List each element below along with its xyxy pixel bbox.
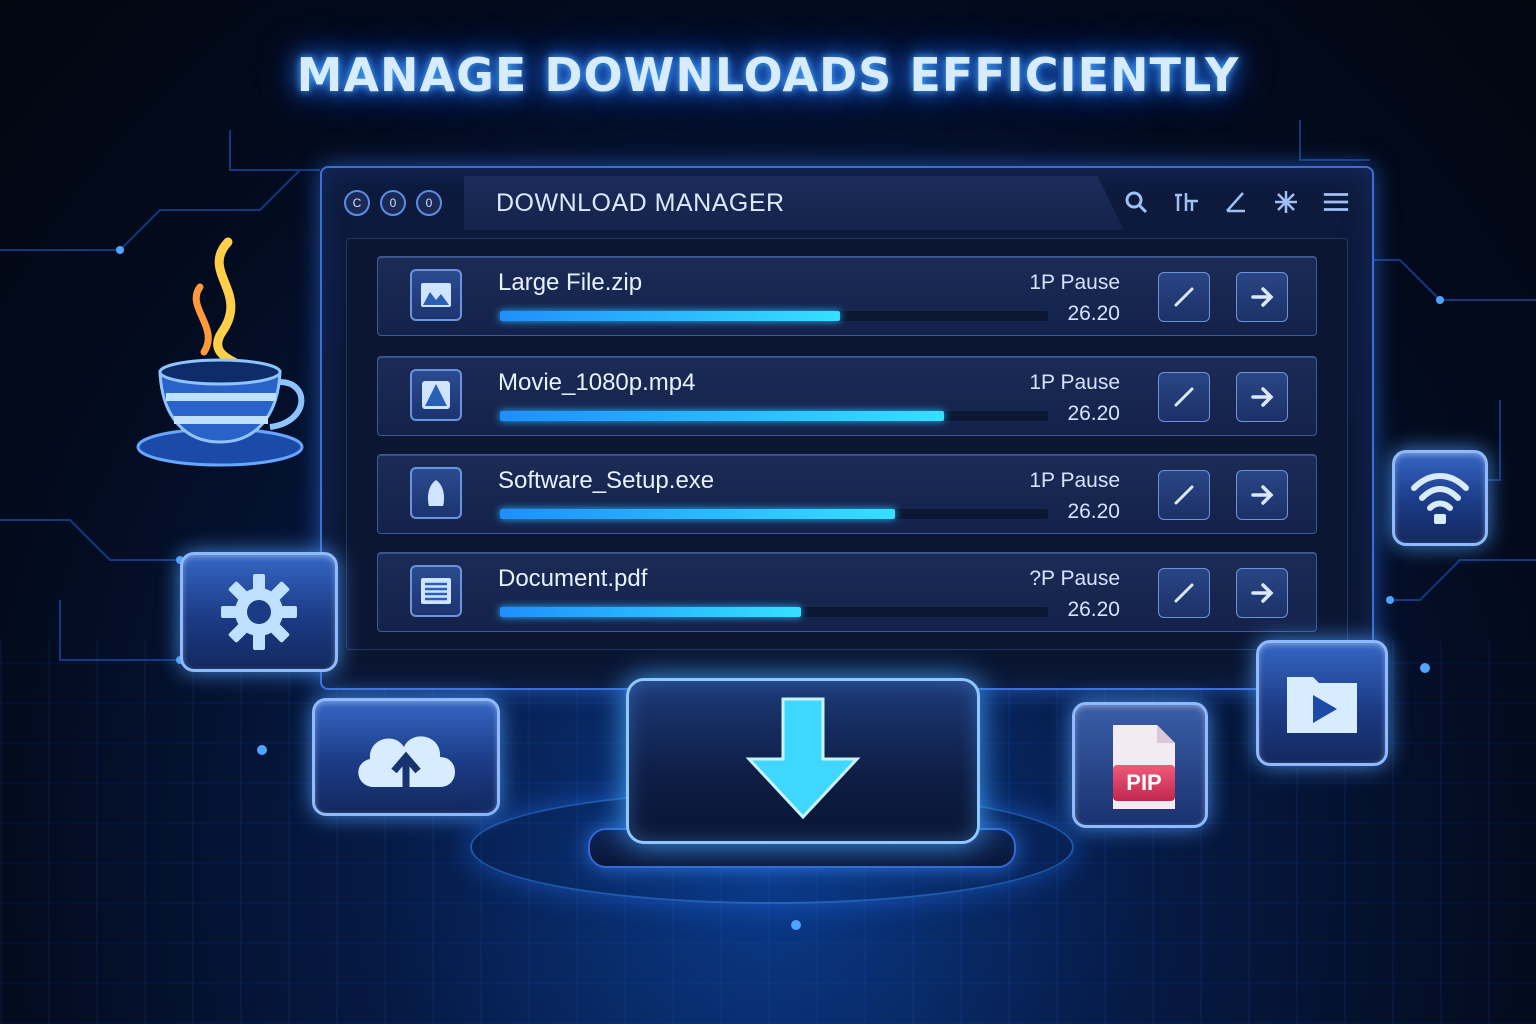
- image-file-icon: [410, 269, 462, 321]
- download-row[interactable]: Document.pdf ?P Pause 26.20: [377, 552, 1317, 632]
- search-icon[interactable]: [1122, 188, 1150, 216]
- progress-fill: [500, 311, 840, 321]
- download-button[interactable]: [626, 678, 980, 844]
- edit-button[interactable]: [1158, 470, 1210, 520]
- edit-button[interactable]: [1158, 372, 1210, 422]
- edit-button[interactable]: [1158, 272, 1210, 322]
- window-controls: C 0 0: [344, 190, 442, 216]
- window-title: DOWNLOAD MANAGER: [464, 176, 1124, 230]
- app-file-icon: [410, 467, 462, 519]
- menu-icon[interactable]: [1322, 188, 1350, 216]
- progress-fill: [500, 411, 944, 421]
- progress-bar: [500, 607, 1048, 617]
- file-name: Movie_1080p.mp4: [498, 369, 696, 396]
- cloud-upload-icon: [358, 736, 455, 791]
- pdf-badge: PIP: [1113, 765, 1175, 801]
- cloud-upload-tile[interactable]: [312, 698, 500, 816]
- progress-fill: [500, 509, 895, 519]
- pdf-file-tile[interactable]: PIP: [1072, 702, 1208, 828]
- resume-button[interactable]: [1236, 272, 1288, 322]
- page-headline: MANAGE DOWNLOADS EFFICIENTLY: [296, 48, 1240, 102]
- progress-fill: [500, 607, 802, 617]
- wifi-icon: [1411, 473, 1469, 524]
- download-state: 1P Pause: [1029, 371, 1120, 394]
- settings-sparkle-icon[interactable]: [1272, 188, 1300, 216]
- download-row[interactable]: Software_Setup.exe 1P Pause 26.20: [377, 454, 1317, 534]
- wifi-tile[interactable]: [1392, 450, 1488, 546]
- record-icon[interactable]: 0: [380, 190, 406, 216]
- download-state: 1P Pause: [1029, 271, 1120, 294]
- download-time: 26.20: [1067, 402, 1120, 425]
- coffee-cup-icon: [136, 237, 305, 467]
- download-state: 1P Pause: [1029, 469, 1120, 492]
- resume-button[interactable]: [1236, 568, 1288, 618]
- download-arrow-icon: [745, 697, 861, 820]
- resume-button[interactable]: [1236, 470, 1288, 520]
- download-row[interactable]: Movie_1080p.mp4 1P Pause 26.20: [377, 356, 1317, 436]
- download-time: 26.20: [1067, 500, 1120, 523]
- download-list: Large File.zip 1P Pause 26.20 Movie_1080…: [346, 238, 1348, 650]
- edit-icon[interactable]: [1222, 188, 1250, 216]
- back-icon[interactable]: C: [344, 190, 370, 216]
- resume-button[interactable]: [1236, 372, 1288, 422]
- minimize-icon[interactable]: 0: [416, 190, 442, 216]
- progress-bar: [500, 311, 1048, 321]
- settings-tile[interactable]: [180, 552, 338, 672]
- progress-bar: [500, 411, 1048, 421]
- gear-icon: [221, 574, 297, 650]
- progress-bar: [500, 509, 1048, 519]
- filter-icon[interactable]: [1172, 188, 1200, 216]
- download-state: ?P Pause: [1029, 567, 1120, 590]
- file-name: Software_Setup.exe: [498, 467, 715, 494]
- media-folder-tile[interactable]: [1256, 640, 1388, 766]
- download-time: 26.20: [1067, 302, 1120, 325]
- download-manager-window: C 0 0 DOWNLOAD MANAGER Large File.zip 1P…: [320, 166, 1374, 690]
- video-file-icon: [410, 369, 462, 421]
- file-name: Large File.zip: [498, 269, 643, 296]
- toolbar: [1122, 188, 1350, 216]
- document-file-icon: [410, 565, 462, 617]
- video-folder-icon: [1287, 677, 1357, 733]
- download-row[interactable]: Large File.zip 1P Pause 26.20: [377, 256, 1317, 336]
- edit-button[interactable]: [1158, 568, 1210, 618]
- file-name: Document.pdf: [498, 565, 648, 592]
- download-time: 26.20: [1067, 598, 1120, 621]
